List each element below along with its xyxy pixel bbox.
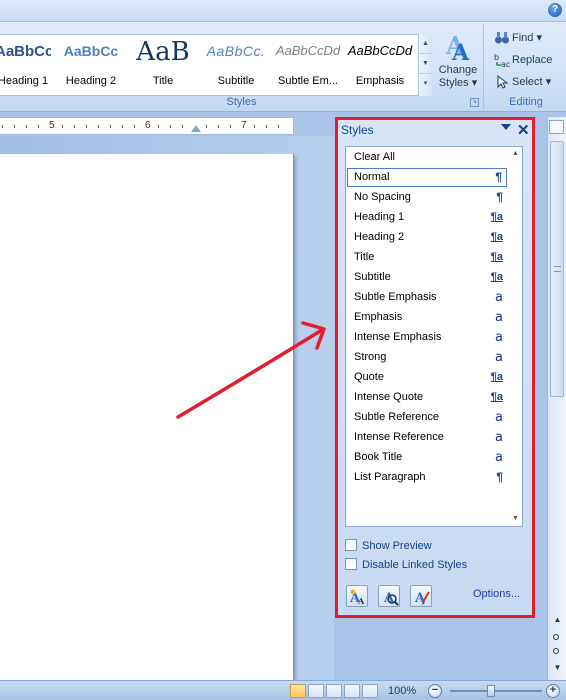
replace-button[interactable]: b ac Replace: [494, 50, 552, 70]
styles-group: AaBbCc Heading 1 AaBbCc Heading 2 AaB Ti…: [0, 24, 484, 110]
vertical-scrollbar[interactable]: ▲ ▼: [547, 117, 566, 680]
web-layout-view-icon[interactable]: [326, 684, 342, 698]
ruler-tick: [158, 125, 159, 128]
binoculars-icon: [494, 30, 510, 46]
ruler-tick: [254, 125, 255, 128]
view-ruler-icon[interactable]: [549, 120, 564, 134]
ruler-tick: [38, 125, 39, 128]
ribbon: ? AaBbCc Heading 1 AaBbCc Heading 2 AaB …: [0, 0, 566, 112]
ruler-tick: [122, 125, 123, 128]
ruler-tick: [14, 125, 15, 128]
style-preview: AaBbCc.: [206, 43, 266, 59]
draft-view-icon[interactable]: [362, 684, 378, 698]
ruler-tick: [266, 125, 267, 128]
gallery-scrollbar: ▲ ▼ ▾: [418, 34, 432, 96]
previous-page-icon[interactable]: [553, 634, 559, 640]
document-page[interactable]: [0, 154, 294, 680]
style-name: Heading 1: [0, 75, 49, 87]
ruler-tick: [86, 125, 87, 128]
ruler-tick: [134, 125, 135, 128]
find-button[interactable]: Find ▾: [494, 28, 542, 48]
zoom-slider-track[interactable]: [450, 690, 542, 692]
ruler-tick: [74, 125, 75, 128]
replace-icon: b ac: [494, 52, 510, 69]
ruler-tick: [62, 125, 63, 128]
help-icon[interactable]: ?: [548, 3, 562, 17]
ruler-tick: [230, 125, 231, 128]
style-name: Heading 2: [65, 75, 117, 87]
editing-group-label: Editing: [509, 96, 543, 108]
style-name: Title: [152, 75, 174, 87]
highlight-outline: [335, 117, 535, 618]
style-preview: AaBbCc: [63, 43, 119, 59]
quick-styles-gallery: AaBbCc Heading 1 AaBbCc Heading 2 AaB Ti…: [0, 34, 432, 96]
ruler-tick: [182, 125, 183, 128]
ruler-tick: [110, 125, 111, 128]
outline-view-icon[interactable]: [344, 684, 360, 698]
ruler-tick: [98, 125, 99, 128]
cursor-arrow-icon: [494, 74, 510, 90]
ruler-tick: [170, 125, 171, 128]
style-preview: AaBbCcDd: [275, 43, 341, 58]
change-styles-label-2: Styles ▾: [438, 77, 478, 89]
zoom-slider-thumb[interactable]: [487, 685, 495, 697]
status-bar: 100% − +: [0, 680, 566, 700]
editing-group: Find ▾ b ac Replace Select ▾ Editing: [486, 24, 566, 110]
style-name: Subtitle: [217, 75, 255, 87]
ruler-label: 7: [241, 120, 247, 131]
styles-dialog-launcher-icon[interactable]: ↘: [470, 98, 479, 107]
browse-object-icon[interactable]: [553, 648, 559, 654]
ribbon-tab-bar: ?: [0, 0, 566, 22]
ruler-tick: [26, 125, 27, 128]
gallery-more-icon[interactable]: ▾: [419, 74, 432, 94]
style-preview: AaBbCc: [0, 43, 52, 60]
gallery-item-title[interactable]: AaB Title: [130, 38, 196, 92]
ruler-tick: [218, 125, 219, 128]
zoom-level[interactable]: 100%: [388, 685, 416, 697]
replace-label: Replace: [512, 54, 553, 66]
gallery-item-subtle-emphasis[interactable]: AaBbCcDd Subtle Em...: [274, 38, 342, 92]
ruler-tick: [278, 125, 279, 128]
style-preview: AaBbCcDd: [347, 43, 413, 58]
ruler-tick: [2, 125, 3, 128]
find-label: Find ▾: [512, 32, 542, 44]
scroll-down-icon[interactable]: ▼: [550, 660, 565, 675]
svg-text:A: A: [451, 40, 470, 64]
ruler-label: 5: [49, 120, 55, 131]
grip-icon: [554, 266, 561, 272]
svg-text:b: b: [494, 53, 499, 62]
change-styles-button[interactable]: A A Change Styles ▾: [436, 30, 480, 96]
select-button[interactable]: Select ▾: [494, 72, 551, 92]
print-layout-view-icon[interactable]: [290, 684, 306, 698]
styles-group-label: Styles: [226, 96, 257, 108]
style-name: Emphasis: [355, 75, 405, 87]
scrollbar-thumb[interactable]: [550, 141, 564, 397]
ruler-label: 6: [145, 120, 151, 131]
gallery-item-emphasis[interactable]: AaBbCcDd Emphasis: [346, 38, 414, 92]
change-styles-icon: A A: [442, 30, 474, 66]
horizontal-ruler[interactable]: 5 6 7: [0, 117, 294, 135]
svg-text:ac: ac: [501, 60, 510, 68]
style-name: Subtle Em...: [278, 75, 338, 87]
change-styles-label-1: Change: [438, 64, 478, 76]
right-indent-marker[interactable]: [191, 125, 201, 132]
ruler-tick: [206, 125, 207, 128]
gallery-scroll-down-icon[interactable]: ▼: [419, 54, 432, 74]
gallery-scroll-up-icon[interactable]: ▲: [419, 34, 432, 54]
select-label: Select ▾: [512, 76, 552, 88]
gallery-item-subtitle[interactable]: AaBbCc. Subtitle: [202, 38, 270, 92]
scroll-up-icon[interactable]: ▲: [550, 612, 565, 627]
gallery-item-heading-2[interactable]: AaBbCc Heading 2: [58, 38, 124, 92]
gallery-item-heading-1[interactable]: AaBbCc Heading 1: [0, 38, 52, 92]
zoom-out-icon[interactable]: −: [428, 684, 442, 698]
style-preview: AaB: [136, 38, 190, 67]
zoom-in-icon[interactable]: +: [546, 684, 560, 698]
full-screen-reading-view-icon[interactable]: [308, 684, 324, 698]
